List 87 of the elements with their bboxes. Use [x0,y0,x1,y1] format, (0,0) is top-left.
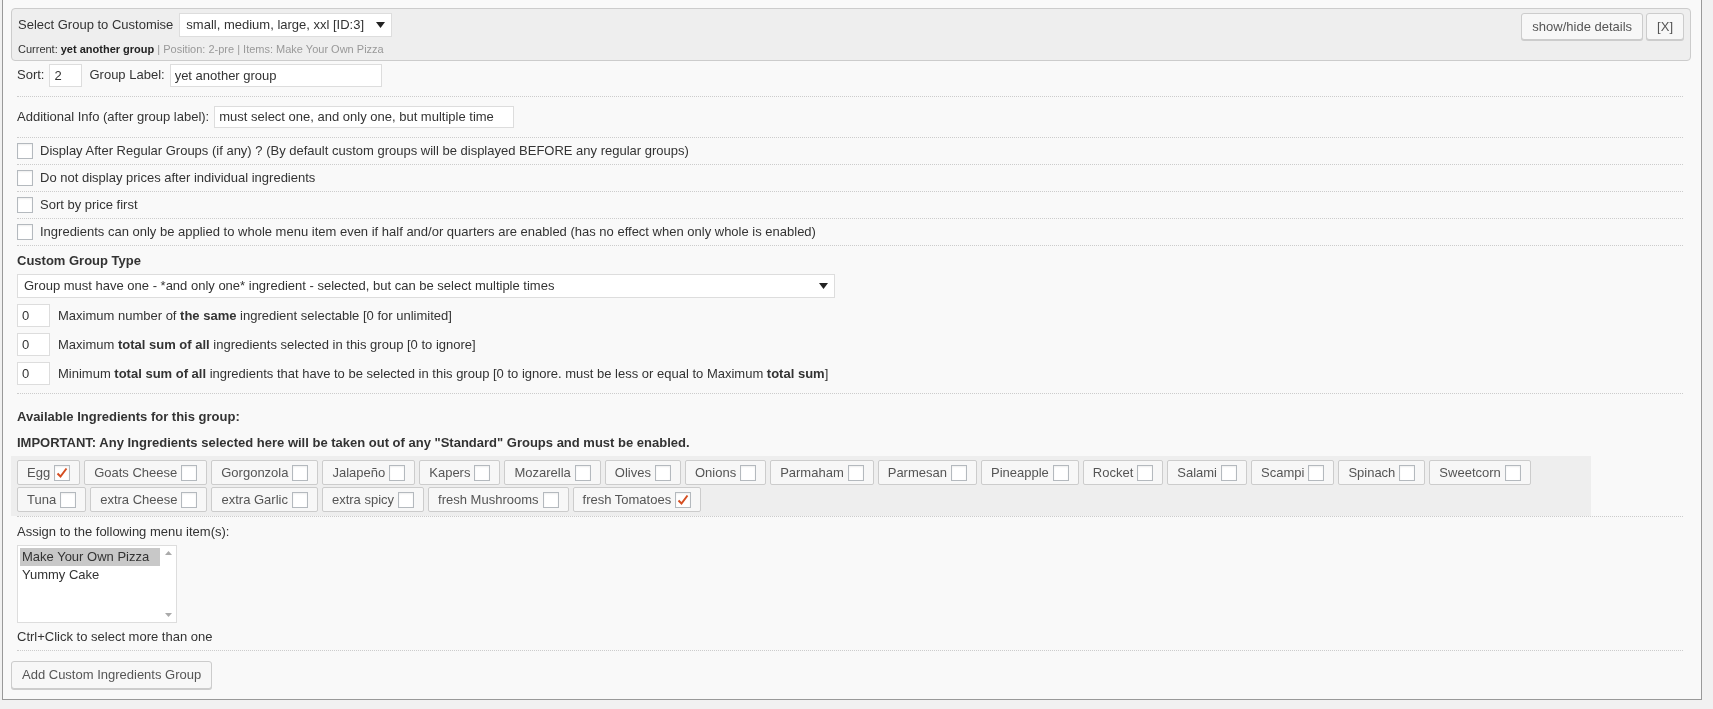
section-heading: Custom Group Type [17,251,142,270]
limit-description: Maximum number of the same ingredient selectable [0 for unlimited] [58,306,452,325]
assign-hint: Ctrl+Click to select more than one [17,627,214,646]
group-label-input[interactable]: yet another group [169,63,382,87]
sort-input[interactable]: 2 [49,63,83,87]
option-label: Do not display prices after individual ingredients [40,168,316,187]
limit-input[interactable]: 0 [17,362,50,385]
ingredient-toggle[interactable]: extra spicy [321,487,425,512]
ingredient-toggle[interactable]: Kapers [419,460,501,485]
option-label: Display After Regular Groups (if any) ? (By default custom groups will be displayed BEFORE any regular groups) [40,141,689,160]
ingredient-toggle[interactable]: Jalapeño [322,460,416,485]
checkmark-icon [55,465,70,480]
limit-description: Minimum total sum of all ingredients that have to be selected in this group [0 to ignore. must be less or equal to Maximum total sum] [58,364,829,383]
listbox-option[interactable]: Make Your Own Pizza [20,547,160,566]
ingredient-toggle[interactable]: Mozarella [504,460,601,485]
ingredient-toggle[interactable]: Egg [17,460,81,485]
group-label-label: Group Label: [89,66,165,85]
checkbox[interactable] [181,464,198,481]
checkmark-icon [676,492,691,507]
assign-label: Assign to the following menu item(s): [17,523,231,541]
checkbox[interactable] [1137,464,1154,481]
listbox-option[interactable]: Yummy Cake [20,565,160,584]
menu-item-listbox[interactable]: Make Your Own Pizza Yummy Cake [17,544,177,623]
ingredient-toggle[interactable]: Olives [604,460,681,485]
ingredient-toggle[interactable]: fresh Tomatoes [572,487,702,512]
close-button[interactable]: [X] [1646,13,1684,40]
checkbox[interactable] [17,223,33,240]
checkbox[interactable] [291,491,308,508]
ingredient-toggle[interactable]: Spinach [1338,460,1426,485]
checkbox[interactable] [17,196,33,213]
important-note: IMPORTANT: Any Ingredients selected here will be taken out of any "Standard" Groups and must be enabled. [17,433,691,452]
group-type-select[interactable]: Group must have one - *and only one* ingredient - selected, but can be select multiple times [17,274,835,298]
ingredient-toggle[interactable]: Sweetcorn [1429,460,1531,485]
scroll-up-icon[interactable] [164,550,172,555]
current-label: Current: [18,42,58,57]
limit-input[interactable]: 0 [17,304,50,327]
current-group-name: yet another group [60,42,155,57]
checkbox[interactable] [398,491,415,508]
option-label: Ingredients can only be applied to whole menu item even if half and/or quarters are enabled (has no effect when only whole is enabled) [40,222,816,241]
sort-label: Sort: [17,66,45,85]
ingredient-toggle[interactable]: Scampi [1251,460,1335,485]
caret-icon [819,283,828,289]
add-group-button[interactable]: Add Custom Ingredients Group [11,661,213,689]
group-select[interactable]: small, medium, large, xxl [ID:3] [179,13,393,37]
checkbox[interactable] [1399,464,1416,481]
caret-icon [376,22,386,28]
additional-info-label: Additional Info (after group label): [17,107,210,126]
checkbox[interactable] [60,491,77,508]
checkbox[interactable] [292,464,309,481]
ingredient-toggle[interactable]: Goats Cheese [84,460,208,485]
ingredient-toggle[interactable]: Salami [1167,460,1247,485]
select-label: Select Group to Customise [18,16,174,35]
checkbox[interactable] [1221,464,1237,481]
checkbox[interactable] [1052,464,1069,481]
group-meta-text: | Position: 2-pre | Items: Make Your Own Pizza [157,42,384,57]
checkbox[interactable] [389,464,406,481]
option-label: Sort by price first [40,195,138,214]
checkbox[interactable] [675,491,692,508]
checkbox[interactable] [740,464,757,481]
ingredient-toggle[interactable]: Parmesan [877,460,977,485]
ingredient-toggle[interactable]: Rocket [1082,460,1164,485]
ingredient-toggle[interactable]: extra Garlic [211,487,318,512]
ingredient-toggle[interactable]: extra Cheese [90,487,208,512]
ingredient-toggle[interactable]: fresh Mushrooms [428,487,569,512]
ingredient-toggle[interactable]: Pineapple [980,460,1079,485]
ingredient-toggle[interactable]: Onions [684,460,767,485]
checkbox[interactable] [474,464,491,481]
section-heading: Available Ingredients for this group: [17,408,241,426]
checkbox[interactable] [654,464,671,481]
checkbox[interactable] [1308,464,1325,481]
ingredient-toggle[interactable]: Tuna [17,487,87,512]
checkbox[interactable] [181,491,198,508]
limit-description: Maximum total sum of all ingredients selected in this group [0 to ignore] [58,335,476,354]
limit-input[interactable]: 0 [17,333,50,356]
checkbox[interactable] [1504,464,1521,481]
toggle-details-button[interactable]: show/hide details [1521,13,1644,40]
ingredient-toggle[interactable]: Gorgonzola [211,460,319,485]
checkbox[interactable] [574,464,591,481]
additional-info-input[interactable]: must select one, and only one, but multiple time [214,105,515,128]
ingredient-toggle[interactable]: Parmaham [770,460,874,485]
checkbox[interactable] [17,169,33,186]
checkbox[interactable] [54,464,71,481]
scroll-down-icon[interactable] [164,612,172,617]
checkbox[interactable] [950,464,967,481]
checkbox[interactable] [542,491,559,508]
checkbox[interactable] [17,142,33,159]
checkbox[interactable] [847,464,864,481]
